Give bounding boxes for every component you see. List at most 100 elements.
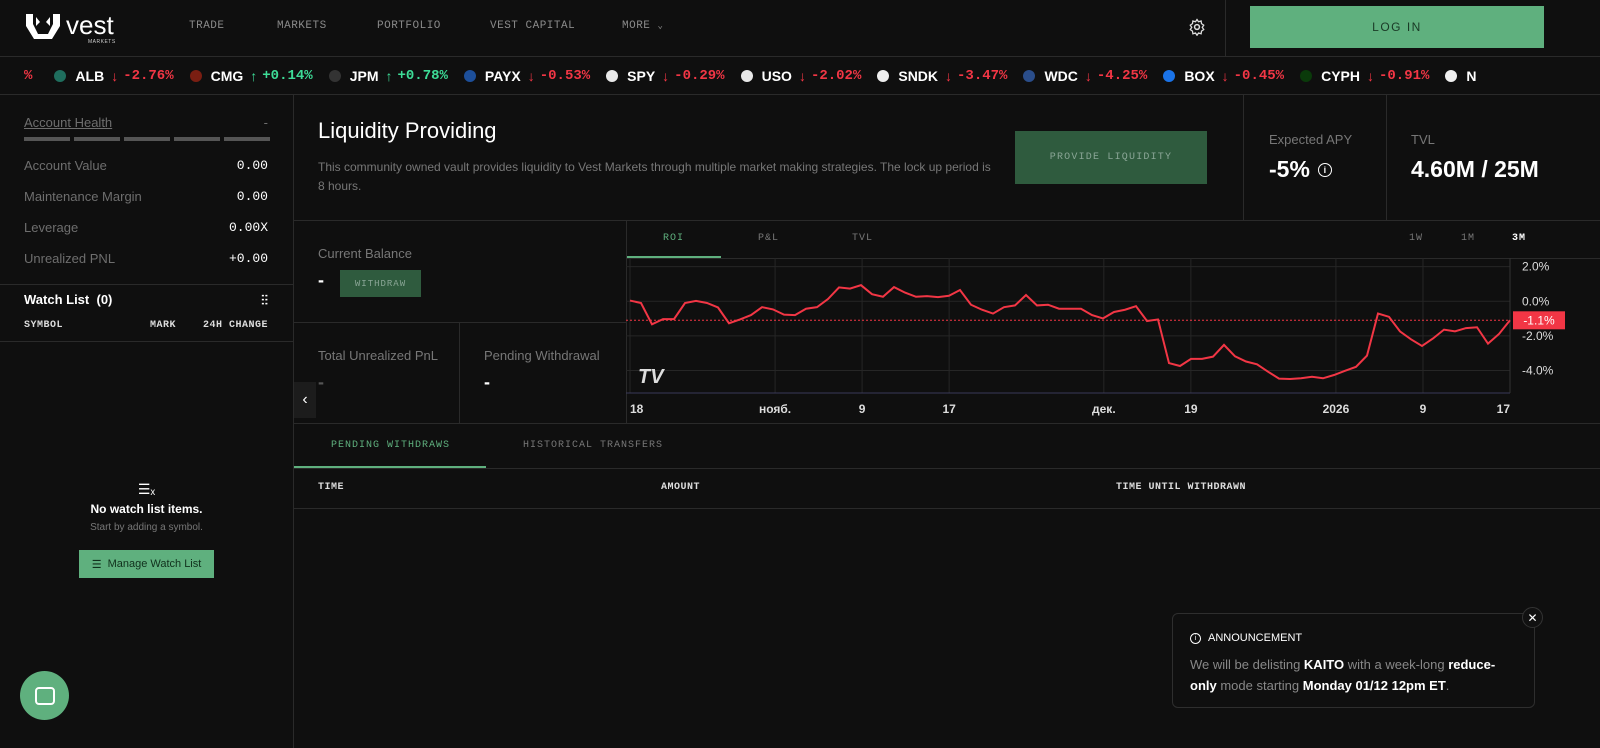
tab-pending-withdraws[interactable]: PENDING WITHDRAWS: [331, 440, 450, 451]
arrow-down-icon: ↓: [798, 67, 806, 84]
label: Account Value: [24, 158, 107, 173]
ticker-item[interactable]: JPM ↑ +0.78%: [328, 67, 448, 84]
ticker-change: -0.29%: [674, 67, 725, 84]
total-pnl-value: -: [318, 372, 324, 392]
ticker-items: ALB ↓ -2.76% CMG ↑ +0.14% JPM ↑ +0.78% PAYX ↓ -0.53…: [54, 68, 1499, 84]
filter-sliders-icon[interactable]: ⫶⫶: [261, 292, 268, 309]
roi-chart[interactable]: 2.0% 0.0% -2.0% -4.0% 18 нояб. 9 17 дек. 19 2026 9 1…: [626, 258, 1600, 423]
ticker-symbol: JPM: [349, 67, 379, 84]
arrow-down-icon: ↓: [662, 67, 670, 84]
asset-logo-icon: [877, 69, 890, 82]
text: .: [1445, 678, 1450, 693]
divider: [294, 508, 1600, 509]
y-tick-label: -2.0%: [1522, 329, 1554, 343]
gear-icon[interactable]: [1188, 18, 1206, 36]
ticker-item[interactable]: USO ↓ -2.02%: [740, 67, 862, 84]
x-tick-label: 9: [1420, 402, 1427, 416]
sidebar: Account Health - Account Value 0.00 Mainte…: [0, 95, 294, 748]
col-24h-change[interactable]: 24H CHANGE: [203, 320, 268, 331]
ticker-item[interactable]: N: [1445, 68, 1483, 84]
ticker-change: -0.45%: [1233, 67, 1285, 84]
col-mark[interactable]: MARK: [150, 320, 176, 331]
ticker-change: -0.53%: [539, 67, 591, 84]
nav-markets[interactable]: MARKETS: [277, 20, 327, 32]
manage-watchlist-button[interactable]: ☰ Manage Watch List: [79, 550, 214, 578]
vest-logo[interactable]: vest MARKETS: [24, 12, 115, 45]
watchlist-title-text: Watch List: [24, 292, 90, 307]
ticker-change: -3.47%: [957, 67, 1008, 84]
provide-liquidity-button[interactable]: PROVIDE LIQUIDITY: [1015, 131, 1207, 184]
asset-logo-icon: [54, 69, 67, 82]
announcement-body: We will be delisting KAITO with a week-l…: [1190, 654, 1520, 696]
ticker-symbol: SPY: [627, 67, 656, 84]
account-health-link[interactable]: Account Health: [24, 115, 112, 130]
nav-portfolio[interactable]: PORTFOLIO: [377, 20, 441, 32]
tab-tvl[interactable]: TVL: [852, 233, 873, 244]
range-3m[interactable]: 3M: [1512, 233, 1526, 244]
page-title: Liquidity Providing: [318, 118, 497, 143]
asset-logo-icon: [606, 69, 619, 82]
y-tick-label: -4.0%: [1522, 364, 1554, 378]
asset-logo-icon: [328, 69, 341, 82]
chevron-down-icon: ⌄: [657, 21, 664, 31]
col-time[interactable]: TIME: [318, 482, 344, 493]
nav-trade[interactable]: TRADE: [189, 20, 225, 32]
nav-more-label: MORE: [622, 20, 651, 32]
ticker-item[interactable]: SPY ↓ -0.29%: [606, 67, 725, 84]
divider: [294, 220, 1600, 221]
asset-logo-icon: [1023, 69, 1036, 82]
col-time-until-withdrawn[interactable]: TIME UNTIL WITHDRAWN: [1116, 482, 1246, 493]
watchlist-title: Watch List (0): [24, 292, 112, 309]
announcement-toast: i ANNOUNCEMENT We will be delisting KAITO…: [1172, 613, 1535, 708]
range-1m[interactable]: 1M: [1461, 233, 1475, 244]
empty-subtitle: Start by adding a symbol.: [90, 522, 203, 533]
tab-roi[interactable]: ROI: [663, 233, 684, 244]
maintenance-margin-row: Maintenance Margin 0.00: [24, 189, 268, 204]
arrow-down-icon: ↓: [1084, 67, 1092, 84]
ticker-item[interactable]: WDC ↓ -4.25%: [1023, 68, 1147, 84]
last-value-label: -1.1%: [1523, 313, 1555, 327]
watchlist-count: (0): [96, 292, 113, 307]
tab-pnl[interactable]: P&L: [758, 233, 779, 244]
tab-historical-transfers[interactable]: HISTORICAL TRANSFERS: [523, 440, 663, 451]
value: +0.00: [228, 251, 268, 266]
asset-logo-icon: [463, 69, 476, 82]
col-amount[interactable]: AMOUNT: [661, 482, 700, 493]
ticker-lead: %: [24, 67, 33, 84]
nav-vest-capital[interactable]: VEST CAPITAL: [490, 20, 575, 32]
ticker-item[interactable]: CMG ↑ +0.14%: [189, 68, 313, 84]
ticker-bar: % ALB ↓ -2.76% CMG ↑ +0.14% JPM ↑ +0.78% PAYX ↓ -0.…: [0, 57, 1600, 95]
ticker-symbol: USO: [761, 67, 792, 84]
chat-support-button[interactable]: [20, 671, 69, 720]
ticker-item[interactable]: PAYX ↓ -0.53%: [463, 67, 591, 84]
nav-more[interactable]: MORE ⌄: [622, 20, 663, 32]
leverage-row: Leverage 0.00X: [24, 220, 268, 235]
tvl-value: 4.60M / 25M: [1411, 156, 1539, 182]
ticker-item[interactable]: BOX ↓ -0.45%: [1163, 68, 1284, 84]
ticker-symbol: WDC: [1044, 67, 1078, 84]
apy-value-wrap: -5% i: [1269, 156, 1332, 183]
col-symbol[interactable]: SYMBOL: [24, 320, 63, 331]
login-button[interactable]: LOG IN: [1250, 6, 1544, 48]
collapse-sidebar-button[interactable]: ‹: [294, 382, 316, 418]
value: 0.00: [236, 189, 268, 204]
ticker-change: -2.02%: [810, 67, 862, 84]
vest-logo-icon: [26, 14, 60, 39]
ticker-item[interactable]: SNDK ↓ -3.47%: [877, 68, 1007, 84]
health-bar-segment: [124, 137, 170, 141]
ticker-item[interactable]: CYPH ↓ -0.91%: [1300, 68, 1429, 84]
info-icon[interactable]: i: [1317, 162, 1332, 177]
ticker-change: -0.91%: [1378, 67, 1430, 84]
arrow-down-icon: ↓: [1221, 67, 1229, 84]
chevron-left-icon: ‹: [302, 391, 308, 408]
x-tick-label: 19: [1184, 402, 1198, 416]
divider: [0, 341, 293, 342]
close-icon: ✕: [1527, 610, 1538, 625]
range-1w[interactable]: 1W: [1409, 233, 1423, 244]
close-announcement-button[interactable]: ✕: [1522, 607, 1543, 628]
ticker-symbol: SNDK: [898, 67, 939, 84]
list-icon: ☰: [91, 558, 102, 571]
ticker-item[interactable]: ALB ↓ -2.76%: [54, 68, 174, 84]
withdraw-button[interactable]: WITHDRAW: [340, 270, 421, 297]
ticker-change: -4.25%: [1096, 67, 1148, 84]
